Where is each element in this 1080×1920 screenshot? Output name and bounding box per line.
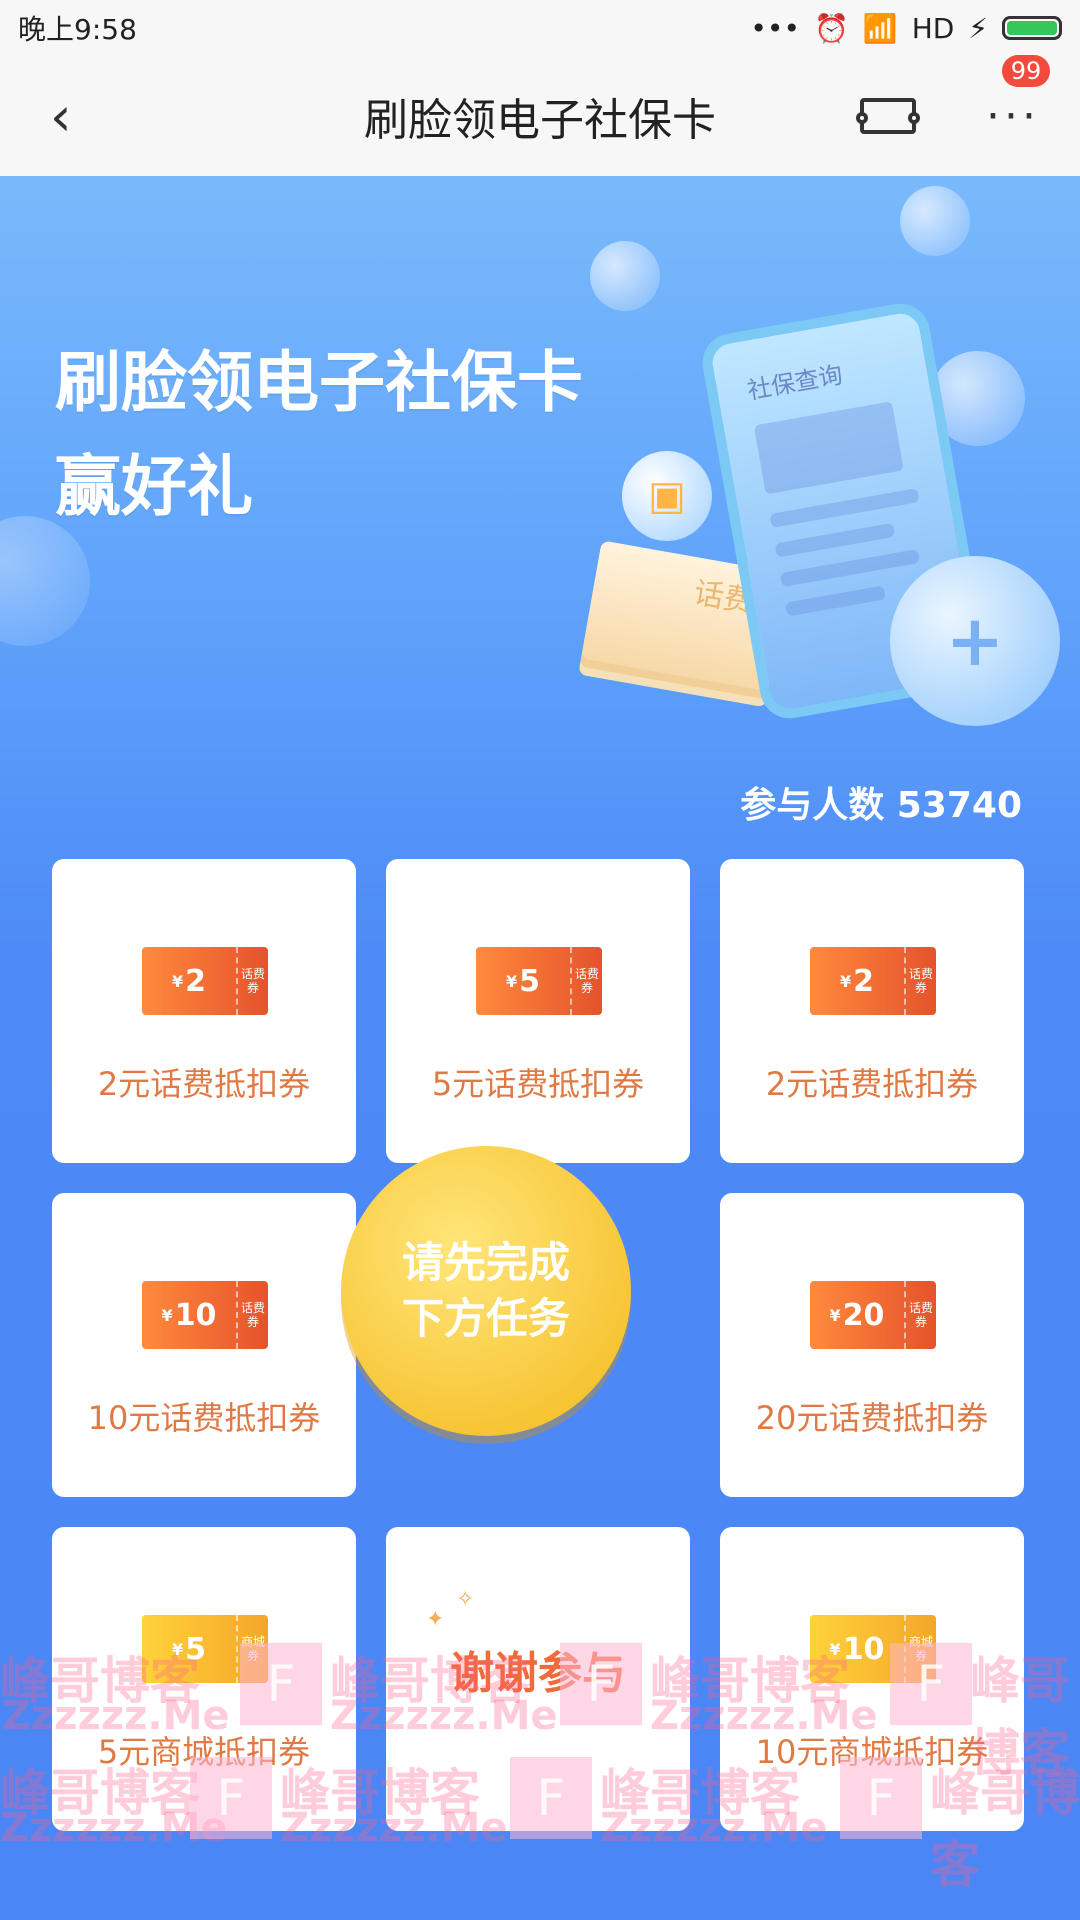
- prize-card: ¥20 话费券 20元话费抵扣券: [720, 1193, 1024, 1497]
- prize-label: 5元话费抵扣券: [431, 1065, 645, 1103]
- charging-icon: ⚡: [968, 11, 988, 45]
- coupon-icon: ¥10 商城券: [810, 1615, 936, 1683]
- sparkle-icon: ✧: [456, 1587, 475, 1612]
- prize-card: ¥5 话费券 5元话费抵扣券: [386, 859, 690, 1163]
- prize-label: 20元话费抵扣券: [755, 1399, 989, 1437]
- thanks-text: 谢谢参与: [450, 1648, 626, 1699]
- battery-icon: [1002, 16, 1062, 40]
- nav-bar: ‹ 刷脸领电子社保卡 ··· 99: [0, 54, 1080, 176]
- coupon-icon: ¥2 话费券: [810, 947, 936, 1015]
- prize-card: ¥10 商城券 10元商城抵扣券: [720, 1527, 1024, 1831]
- start-draw-line1: 请先完成: [401, 1238, 570, 1287]
- phone-screen-line: [774, 522, 896, 558]
- coupon-icon: ¥2 话费券: [142, 947, 268, 1015]
- status-icons: ••• ⏰ 📶 HD ⚡: [750, 12, 1062, 45]
- prize-card: ¥10 话费券 10元话费抵扣券: [52, 1193, 356, 1497]
- nav-actions: ··· 99: [856, 54, 1050, 142]
- prize-card: ¥2 话费券 2元话费抵扣券: [720, 859, 1024, 1163]
- coupon-icon: ¥5 商城券: [142, 1615, 268, 1683]
- coupon-icon: ¥5 话费券: [476, 947, 602, 1015]
- sparkle-icon: ✦: [426, 1607, 445, 1632]
- phone-screen-line: [769, 488, 920, 528]
- coupon-icon: ¥10 话费券: [142, 1281, 268, 1349]
- wallet-bubble-icon: ▣: [622, 451, 712, 541]
- prize-label: 10元商城抵扣券: [755, 1733, 989, 1771]
- hero-title: 刷脸领电子社保卡 赢好礼: [55, 331, 583, 539]
- campaign-main: 刷脸领电子社保卡 赢好礼 话费 社保查询 ▣ + 参与人数 53740 ¥2 话…: [0, 176, 1080, 1920]
- signal-label: HD: [911, 11, 955, 45]
- prize-label: 2元话费抵扣券: [97, 1065, 311, 1103]
- decor-bubble: [590, 241, 660, 311]
- thanks-card: ✦ ✧ 谢谢参与: [386, 1527, 690, 1831]
- start-draw-button[interactable]: 请先完成 下方任务: [341, 1146, 631, 1436]
- more-icon[interactable]: ···: [986, 91, 1040, 142]
- phone-screen-line: [779, 548, 921, 588]
- hero-title-line1: 刷脸领电子社保卡: [55, 344, 583, 421]
- decor-bubble: [900, 186, 970, 256]
- prize-label: 5元商城抵扣券: [97, 1733, 311, 1771]
- ticket-icon[interactable]: [856, 98, 921, 134]
- prize-label: 2元话费抵扣券: [765, 1065, 979, 1103]
- coupon-icon: ¥20 话费券: [810, 1281, 936, 1349]
- back-icon[interactable]: ‹: [50, 85, 72, 148]
- notification-badge: 99: [1002, 54, 1050, 87]
- more-button[interactable]: ··· 99: [986, 54, 1050, 142]
- participant-count: 参与人数 53740: [740, 785, 1022, 826]
- notification-dots-icon: •••: [750, 11, 800, 45]
- shield-bubble-icon: +: [890, 556, 1060, 726]
- status-time: 晚上9:58: [18, 13, 137, 46]
- prize-label: 10元话费抵扣券: [87, 1399, 321, 1437]
- prize-card: ¥5 商城券 5元商城抵扣券: [52, 1527, 356, 1831]
- wifi-icon: 📶: [862, 11, 898, 45]
- status-bar: 晚上9:58 ••• ⏰ 📶 HD ⚡: [0, 0, 1080, 56]
- alarm-icon: ⏰: [813, 11, 849, 45]
- phone-screen-title: 社保查询: [745, 360, 845, 405]
- start-draw-line2: 下方任务: [401, 1294, 570, 1343]
- phone-screen-block: [753, 401, 904, 495]
- hero-title-line2: 赢好礼: [55, 448, 253, 525]
- phone-screen-line: [785, 585, 886, 617]
- prize-card: ¥2 话费券 2元话费抵扣券: [52, 859, 356, 1163]
